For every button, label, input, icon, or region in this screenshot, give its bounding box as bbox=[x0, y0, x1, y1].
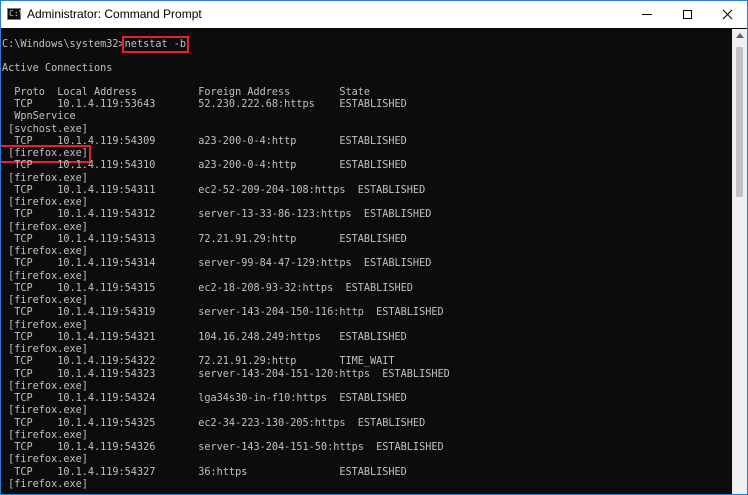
connection-row: TCP 10.1.4.119:53643 52.230.222.68:https… bbox=[2, 99, 407, 110]
process-name-row: [firefox.exe] bbox=[2, 172, 88, 184]
process-name-row: [firefox.exe] bbox=[2, 454, 88, 466]
command-prompt-window: C:\ Administrator: Command Prompt C:\Win… bbox=[0, 0, 748, 495]
connection-row: TCP 10.1.4.119:54310 a23-200-0-4:http ES… bbox=[2, 160, 407, 172]
close-icon bbox=[722, 9, 733, 20]
scrollbar-thumb[interactable] bbox=[736, 47, 743, 197]
minimize-icon bbox=[642, 14, 652, 15]
maximize-icon bbox=[682, 10, 692, 19]
connection-row: TCP 10.1.4.119:54313 72.21.91.29:http ES… bbox=[2, 233, 407, 245]
vertical-scrollbar[interactable] bbox=[732, 29, 747, 494]
process-name-row: [svchost.exe] bbox=[2, 123, 88, 135]
process-name-row: [firefox.exe] bbox=[1, 145, 91, 163]
cmd-icon-glyph: C:\ bbox=[9, 9, 24, 18]
process-name-row: [firefox.exe] bbox=[2, 221, 88, 233]
active-connections-heading: Active Connections bbox=[2, 63, 113, 74]
connection-row: TCP 10.1.4.119:54319 server-143-204-150-… bbox=[2, 307, 444, 319]
connection-row: TCP 10.1.4.119:54324 lga34s30-in-f10:htt… bbox=[2, 393, 407, 404]
connection-row: TCP 10.1.4.119:54312 server-13-33-86-123… bbox=[2, 209, 432, 221]
prompt-path: C:\Windows\system32> bbox=[2, 39, 125, 50]
minimize-button[interactable] bbox=[627, 1, 667, 28]
process-name-row: [firefox.exe] bbox=[2, 319, 88, 331]
connection-row: TCP 10.1.4.119:54322 72.21.91.29:http TI… bbox=[2, 356, 395, 368]
process-name-row: [firefox.exe] bbox=[2, 197, 88, 208]
command-line: C:\Windows\system32>netstat -b bbox=[2, 36, 190, 53]
connection-row: TCP 10.1.4.119:54327 36:https ESTABLISHE… bbox=[2, 466, 407, 478]
table-header: Proto Local Address Foreign Address Stat… bbox=[2, 87, 371, 98]
connection-row: TCP 10.1.4.119:54321 104.16.248.249:http… bbox=[2, 331, 407, 343]
connection-row: TCP 10.1.4.119:54323 server-143-204-151-… bbox=[2, 368, 450, 380]
connection-row: TCP 10.1.4.119:54325 ec2-34-223-130-205:… bbox=[2, 417, 426, 429]
process-name-row: WpnService bbox=[2, 111, 76, 123]
process-name-row: [firefox.exe] bbox=[2, 344, 88, 355]
connection-row: TCP 10.1.4.119:54315 ec2-18-208-93-32:ht… bbox=[2, 282, 413, 294]
maximize-button[interactable] bbox=[667, 1, 707, 28]
process-name-row: [firefox.exe] bbox=[2, 295, 88, 306]
process-name-row: [firefox.exe] bbox=[2, 380, 88, 392]
window-title: Administrator: Command Prompt bbox=[27, 7, 202, 21]
process-name-row: [firefox.exe] bbox=[2, 270, 88, 282]
process-name-row: [firefox.exe] bbox=[2, 429, 88, 441]
process-name-row: [firefox.exe] bbox=[2, 405, 88, 417]
cmd-icon: C:\ bbox=[7, 8, 24, 20]
console-output[interactable]: C:\Windows\system32>netstat -b Active Co… bbox=[1, 29, 734, 494]
command-text: netstat -b bbox=[121, 36, 190, 53]
process-name-row: [firefox.exe] bbox=[2, 246, 88, 257]
connection-row: TCP 10.1.4.119:54311 ec2-52-209-204-108:… bbox=[2, 184, 426, 196]
connection-row: TCP 10.1.4.119:54326 server-143-204-151-… bbox=[2, 442, 444, 453]
close-button[interactable] bbox=[707, 1, 747, 28]
connection-row: TCP 10.1.4.119:54309 a23-200-0-4:http ES… bbox=[2, 135, 407, 147]
connection-row: TCP 10.1.4.119:54314 server-99-84-47-129… bbox=[2, 258, 432, 270]
scroll-up-arrow-icon[interactable] bbox=[736, 33, 744, 38]
title-bar[interactable]: C:\ Administrator: Command Prompt bbox=[1, 1, 747, 28]
process-name-row: [firefox.exe] bbox=[2, 478, 88, 490]
